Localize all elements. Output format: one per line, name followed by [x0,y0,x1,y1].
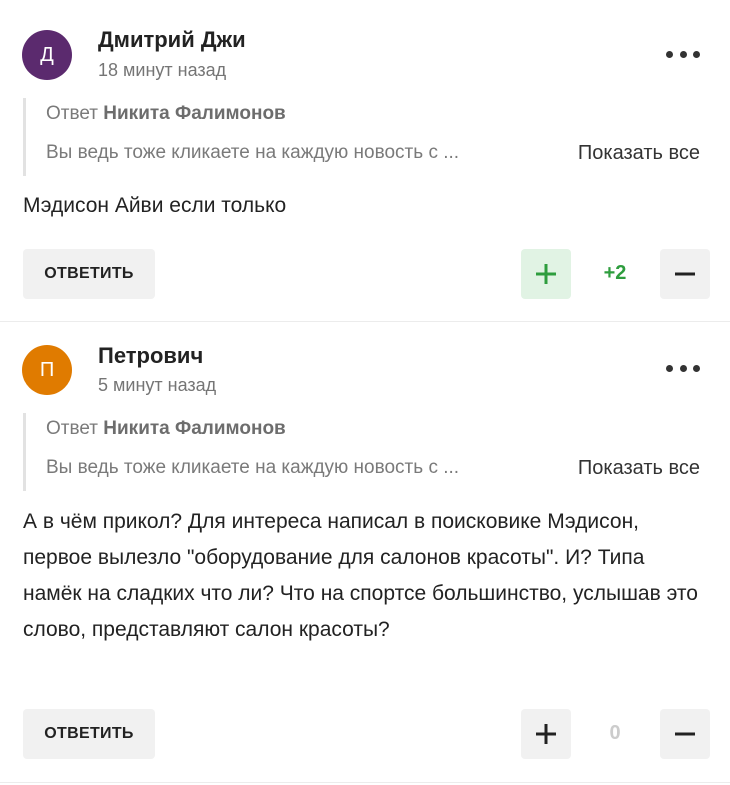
vote-count: 0 [609,722,621,744]
quoted-text: Вы ведь тоже кликаете на каждую новость … [46,457,460,478]
divider [0,782,730,783]
reply-to-line: Ответ Никита Фалимонов [46,103,286,125]
show-all-link[interactable]: Показать все [578,457,700,480]
reply-quote: Ответ Никита Фалимонов Вы ведь тоже клик… [23,413,706,491]
downvote-button[interactable] [660,709,710,759]
reply-button[interactable]: ОТВЕТИТЬ [23,709,155,759]
avatar[interactable]: П [22,345,72,395]
upvote-button[interactable] [521,249,571,299]
avatar[interactable]: Д [22,30,72,80]
comment-text: Мэдисон Айви если только [23,194,287,217]
author-name[interactable]: Дмитрий Джи [98,27,246,53]
comment-time: 5 минут назад [98,375,217,395]
author-name[interactable]: Петрович [98,343,203,369]
minus-icon [675,732,695,736]
reply-to-line: Ответ Никита Фалимонов [46,418,286,440]
reply-button[interactable]: ОТВЕТИТЬ [23,249,155,299]
comment-time: 18 минут назад [98,60,227,80]
upvote-button[interactable] [521,709,571,759]
reply-quote: Ответ Никита Фалимонов Вы ведь тоже клик… [23,98,706,176]
comment-text: А в чём прикол? Для интереса написал в п… [23,510,698,641]
reply-to-name[interactable]: Никита Фалимонов [103,103,285,124]
plus-icon [536,724,556,744]
comment: П Петрович 5 минут назад Ответ Никита Фа… [0,322,730,785]
more-options-icon[interactable] [666,358,700,378]
more-options-icon[interactable] [666,44,700,64]
reply-prefix: Ответ [46,418,98,439]
avatar-letter: П [39,358,55,381]
quoted-text: Вы ведь тоже кликаете на каждую новость … [46,142,460,163]
vote-count: +2 [603,262,627,284]
downvote-button[interactable] [660,249,710,299]
minus-icon [675,272,695,276]
reply-to-name[interactable]: Никита Фалимонов [103,418,285,439]
show-all-link[interactable]: Показать все [578,142,700,165]
avatar-letter: Д [40,43,54,66]
reply-prefix: Ответ [46,103,98,124]
comment: Д Дмитрий Джи 18 минут назад Ответ Никит… [0,0,730,322]
plus-icon [536,264,556,284]
